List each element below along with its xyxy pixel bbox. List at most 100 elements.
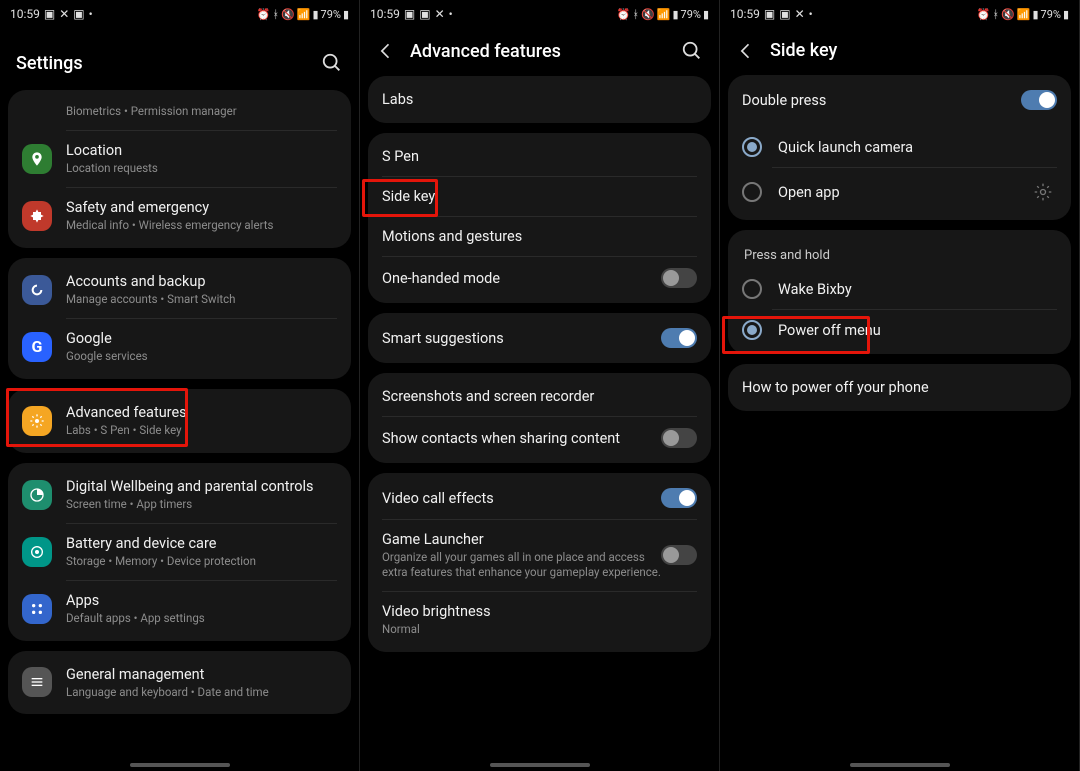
- radio-quick-launch-camera[interactable]: Quick launch camera: [728, 127, 1071, 167]
- radio-icon[interactable]: [742, 320, 762, 340]
- radio-open-app[interactable]: Open app: [728, 168, 1071, 216]
- option-label: Quick launch camera: [778, 139, 1057, 156]
- page-title: Settings: [16, 53, 307, 74]
- wifi-icon: 📶: [1017, 8, 1031, 21]
- item-labs[interactable]: Labs: [368, 80, 711, 119]
- nav-handle[interactable]: [850, 763, 950, 767]
- mute-icon: 🔇: [641, 8, 655, 21]
- settings-item-safety[interactable]: Safety and emergency Medical info • Wire…: [8, 188, 351, 244]
- item-sub: Default apps • App settings: [66, 611, 337, 626]
- item-sub: Screen time • App timers: [66, 497, 337, 512]
- settings-item-accounts[interactable]: Accounts and backup Manage accounts • Sm…: [8, 262, 351, 318]
- mute-icon: 🔇: [281, 8, 295, 21]
- item-title: Labs: [382, 91, 697, 108]
- radio-icon[interactable]: [742, 137, 762, 157]
- settings-item-location[interactable]: Location Location requests: [8, 131, 351, 187]
- status-time: 10:59: [730, 7, 760, 21]
- section-title: Double press: [742, 92, 1021, 109]
- instagram-icon: ▣: [779, 7, 790, 21]
- item-sub: Google services: [66, 349, 337, 364]
- back-button[interactable]: [736, 41, 756, 61]
- item-title: Battery and device care: [66, 535, 337, 552]
- toggle-game-launcher[interactable]: [661, 545, 697, 565]
- bluetooth-icon: ᚼ: [272, 8, 279, 21]
- signal-icon: ▮: [672, 8, 678, 21]
- item-title: Apps: [66, 592, 337, 609]
- settings-item-advanced-features[interactable]: Advanced features Labs • S Pen • Side ke…: [8, 393, 351, 449]
- general-icon: [22, 667, 52, 697]
- radio-icon[interactable]: [742, 279, 762, 299]
- search-button[interactable]: [321, 52, 343, 74]
- radio-wake-bixby[interactable]: Wake Bixby: [728, 269, 1071, 309]
- item-smart-suggestions[interactable]: Smart suggestions: [368, 317, 711, 359]
- item-spen[interactable]: S Pen: [368, 137, 711, 176]
- double-press-toggle-row[interactable]: Double press: [728, 79, 1071, 121]
- status-bar: 10:59 ▣ ✕ ▣ • ⏰ ᚼ 🔇 📶 ▮ 79% ▮: [0, 0, 359, 28]
- settings-item-apps[interactable]: Apps Default apps • App settings: [8, 581, 351, 637]
- more-icon: •: [449, 7, 453, 21]
- settings-item-wellbeing[interactable]: Digital Wellbeing and parental controls …: [8, 467, 351, 523]
- alarm-icon: ⏰: [617, 8, 631, 21]
- settings-item-general[interactable]: General management Language and keyboard…: [8, 655, 351, 711]
- item-show-contacts[interactable]: Show contacts when sharing content: [368, 417, 711, 459]
- item-video-call[interactable]: Video call effects: [368, 477, 711, 519]
- item-title: Safety and emergency: [66, 199, 337, 216]
- gear-icon[interactable]: [1029, 178, 1057, 206]
- press-hold-group: Press and hold Wake Bixby Power off menu: [728, 230, 1071, 354]
- page-title: Advanced features: [410, 41, 667, 62]
- radio-power-off-menu[interactable]: Power off menu: [728, 310, 1071, 350]
- item-title: How to power off your phone: [742, 379, 1057, 396]
- settings-item-biometrics[interactable]: Biometrics • Permission manager: [8, 94, 351, 130]
- nav-handle[interactable]: [490, 763, 590, 767]
- features-group: Smart suggestions: [368, 313, 711, 363]
- option-label: Power off menu: [778, 322, 1057, 339]
- wifi-icon: 📶: [657, 8, 671, 21]
- search-button[interactable]: [681, 40, 703, 62]
- settings-screen: 10:59 ▣ ✕ ▣ • ⏰ ᚼ 🔇 📶 ▮ 79% ▮ Settings: [0, 0, 360, 771]
- header: Settings: [0, 28, 359, 96]
- toggle-one-handed[interactable]: [661, 268, 697, 288]
- item-title: Game Launcher: [382, 531, 661, 548]
- mute-icon: 🔇: [1001, 8, 1015, 21]
- safety-icon: [22, 201, 52, 231]
- toggle-video-call[interactable]: [661, 488, 697, 508]
- settings-item-google[interactable]: G Google Google services: [8, 319, 351, 375]
- instagram-icon: ▣: [73, 7, 84, 21]
- item-title: Location: [66, 142, 337, 159]
- more-icon: •: [809, 7, 813, 21]
- cloud-sync-icon: [22, 275, 52, 305]
- item-video-brightness[interactable]: Video brightness Normal: [368, 592, 711, 648]
- status-bar: 10:59 ▣ ▣ ✕ • ⏰ ᚼ 🔇 📶 ▮ 79% ▮: [360, 0, 719, 28]
- item-one-handed[interactable]: One-handed mode: [368, 257, 711, 299]
- item-screenshots[interactable]: Screenshots and screen recorder: [368, 377, 711, 416]
- settings-group: Digital Wellbeing and parental controls …: [8, 463, 351, 641]
- bluetooth-icon: ᚼ: [992, 8, 999, 21]
- settings-group: General management Language and keyboard…: [8, 651, 351, 715]
- item-sub: Location requests: [66, 161, 337, 176]
- item-sub: Language and keyboard • Date and time: [66, 685, 337, 700]
- shuffle-icon: ✕: [795, 7, 805, 21]
- radio-icon[interactable]: [742, 182, 762, 202]
- settings-item-battery[interactable]: Battery and device care Storage • Memory…: [8, 524, 351, 580]
- item-side-key[interactable]: Side key: [368, 177, 711, 216]
- nav-handle[interactable]: [130, 763, 230, 767]
- device-care-icon: [22, 537, 52, 567]
- item-title: Google: [66, 330, 337, 347]
- toggle-smart-suggestions[interactable]: [661, 328, 697, 348]
- apps-icon: [22, 594, 52, 624]
- toggle-double-press[interactable]: [1021, 90, 1057, 110]
- item-how-to-power-off[interactable]: How to power off your phone: [728, 368, 1071, 407]
- toggle-show-contacts[interactable]: [661, 428, 697, 448]
- page-title: Side key: [770, 40, 1063, 61]
- shuffle-icon: ✕: [435, 7, 445, 21]
- back-button[interactable]: [376, 41, 396, 61]
- side-key-screen: 10:59 ▣ ▣ ✕ • ⏰ ᚼ 🔇 📶 ▮ 79% ▮ Side key D…: [720, 0, 1080, 771]
- item-title: Accounts and backup: [66, 273, 337, 290]
- instagram-icon: ▣: [44, 7, 55, 21]
- item-title: Smart suggestions: [382, 330, 661, 347]
- location-icon: [22, 144, 52, 174]
- item-motions[interactable]: Motions and gestures: [368, 217, 711, 256]
- option-label: Open app: [778, 184, 1021, 201]
- header: Side key: [720, 28, 1079, 75]
- item-game-launcher[interactable]: Game Launcher Organize all your games al…: [368, 520, 711, 591]
